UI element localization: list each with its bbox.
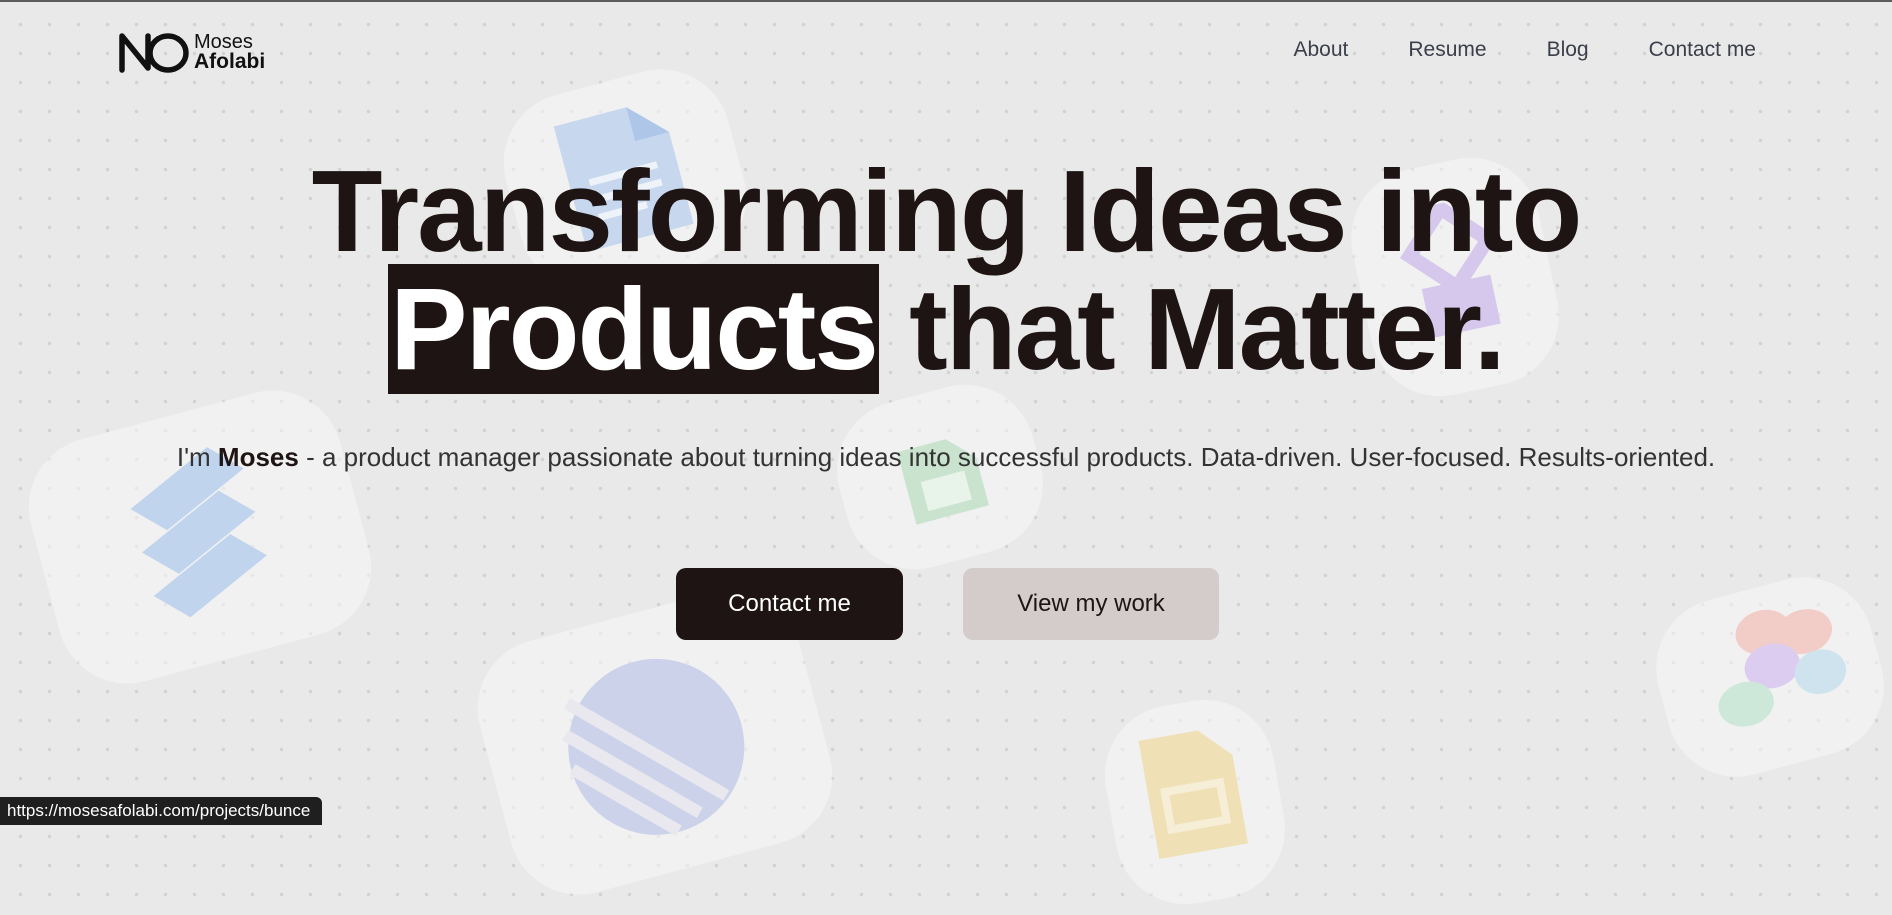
view-my-work-button[interactable]: View my work — [963, 568, 1219, 640]
clickup-icon-tile — [13, 374, 387, 700]
logo-last-name: Afolabi — [194, 50, 266, 73]
main-nav: About Resume Blog Contact me — [1233, 38, 1756, 62]
figma-icon-tile — [1640, 561, 1892, 793]
logo-monogram-icon — [119, 33, 189, 73]
intro-prefix: I'm — [176, 442, 218, 472]
nav-about-link[interactable]: About — [1293, 38, 1348, 62]
nav-contact-link[interactable]: Contact me — [1649, 38, 1756, 62]
hero-intro: I'm Moses - a product manager passionate… — [0, 436, 1892, 478]
logo-text: Moses Afolabi — [194, 32, 266, 73]
hero-title-line1: Transforming Ideas into — [311, 146, 1583, 276]
site-header: Moses Afolabi About Resume Blog Contact … — [0, 2, 1892, 98]
intro-suffix: - a product manager passionate about tur… — [298, 442, 1716, 472]
nav-blog-link[interactable]: Blog — [1547, 38, 1589, 62]
contact-me-button[interactable]: Contact me — [676, 568, 903, 640]
intro-name: Moses — [217, 442, 299, 472]
linear-icon — [562, 658, 745, 837]
status-bar-url: https://mosesafolabi.com/projects/bunce — [0, 797, 323, 825]
site-logo[interactable]: Moses Afolabi — [118, 30, 265, 74]
nav-resume-link[interactable]: Resume — [1408, 38, 1486, 62]
hero-title-highlight: Products — [388, 264, 879, 394]
hero-title-rest: that Matter. — [878, 264, 1506, 394]
hero-title: Transforming Ideas into Products that Ma… — [0, 152, 1892, 394]
google-slides-icon — [1138, 730, 1248, 860]
google-slides-icon-tile — [1093, 688, 1297, 915]
figma-icon — [1718, 609, 1847, 727]
